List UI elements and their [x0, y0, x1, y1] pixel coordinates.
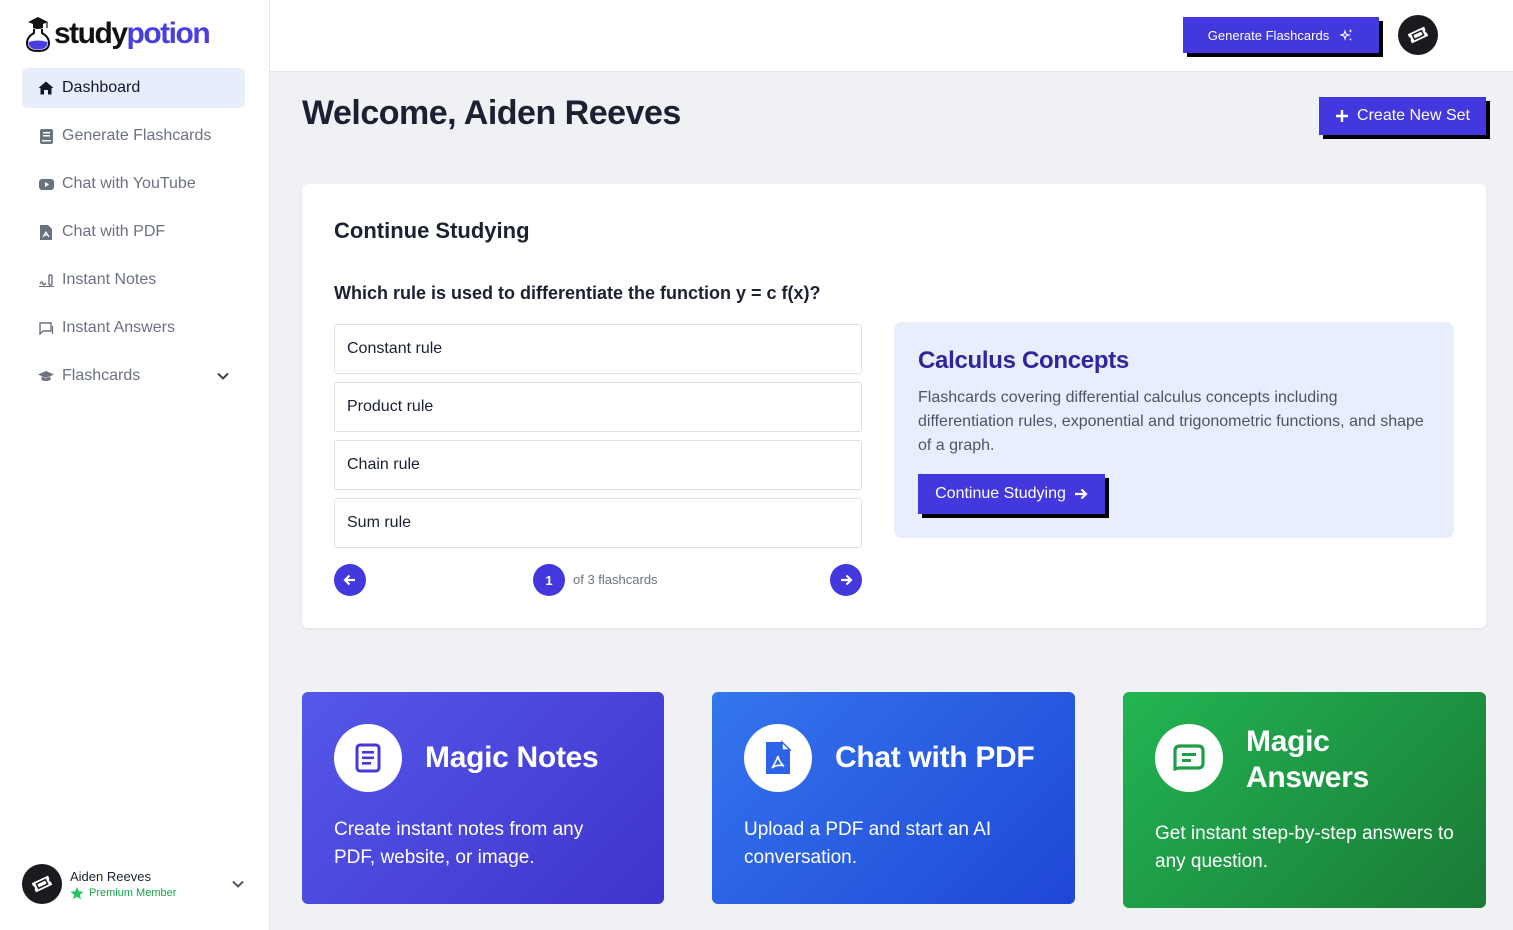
deck-summary: Calculus Concepts Flashcards covering di… — [894, 322, 1454, 538]
flashcard-pager: 1 of 3 flashcards — [334, 564, 862, 596]
potion-logo-icon — [25, 17, 51, 52]
sidebar-item-instant-notes[interactable]: Instant Notes — [22, 260, 245, 300]
answer-options: Constant rule Product rule Chain rule Su… — [334, 324, 862, 556]
feature-title: Magic Notes — [425, 741, 599, 774]
feature-title: Magic Answers — [1246, 725, 1369, 794]
sidebar-item-label: Chat with YouTube — [62, 175, 196, 192]
sidebar-item-label: Dashboard — [62, 79, 141, 96]
sidebar-item-label: Flashcards — [62, 367, 141, 384]
answer-option[interactable]: Chain rule — [334, 440, 862, 490]
user-profile[interactable]: Aiden Reeves Premium Member — [22, 864, 252, 904]
flashcard-question: Which rule is used to differentiate the … — [334, 283, 821, 303]
feature-card-chat-pdf[interactable]: Chat with PDF Upload a PDF and start an … — [712, 692, 1075, 904]
sidebar-item-label: Instant Notes — [62, 271, 157, 288]
user-name: Aiden Reeves — [70, 868, 151, 884]
answer-option[interactable]: Product rule — [334, 382, 862, 432]
sidebar-nav: Dashboard Generate Flashcards Chat with … — [22, 68, 245, 404]
home-icon — [38, 80, 54, 96]
feature-description: Get instant step-by-step answers to any … — [1155, 823, 1454, 872]
plus-icon — [1336, 110, 1349, 122]
arrow-right-icon — [841, 574, 853, 586]
answer-option[interactable]: Constant rule — [334, 324, 862, 374]
continue-studying-card: Continue Studying Which rule is used to … — [302, 184, 1486, 628]
generate-flashcards-button[interactable]: Generate Flashcards — [1183, 17, 1379, 53]
sidebar-item-label: Instant Answers — [62, 319, 175, 336]
deck-title: Calculus Concepts — [918, 347, 1129, 374]
page-title: Welcome, Aiden Reeves — [302, 94, 681, 132]
feature-card-magic-answers[interactable]: Magic Answers Get instant step-by-step a… — [1123, 692, 1486, 908]
arrow-left-icon — [343, 574, 355, 586]
signature-icon — [38, 272, 54, 288]
avatar — [22, 864, 62, 904]
graduation-cap-icon — [38, 368, 54, 384]
sidebar-item-chat-pdf[interactable]: Chat with PDF — [22, 212, 245, 252]
sidebar-item-label: Chat with PDF — [62, 223, 166, 240]
sidebar-item-dashboard[interactable]: Dashboard — [22, 68, 245, 108]
sidebar: studypotion Dashboard Generate Flashcard… — [0, 0, 270, 930]
star-icon — [70, 886, 84, 899]
youtube-icon — [38, 176, 54, 192]
continue-studying-button[interactable]: Continue Studying — [918, 474, 1105, 514]
membership-badge: Premium Member — [70, 886, 177, 900]
sidebar-item-generate-flashcards[interactable]: Generate Flashcards — [22, 116, 245, 156]
pdf-file-icon — [744, 724, 812, 792]
feature-description: Upload a PDF and start an AI conversatio… — [744, 819, 992, 868]
current-card-number: 1 — [533, 564, 565, 596]
card-count-text: of 3 flashcards — [573, 572, 658, 587]
topbar: Generate Flashcards — [270, 0, 1513, 72]
feature-description: Create instant notes from any PDF, websi… — [334, 819, 584, 868]
pdf-file-icon — [38, 224, 54, 240]
membership-label: Premium Member — [89, 887, 177, 899]
chevron-down-icon[interactable] — [230, 876, 246, 892]
answer-option[interactable]: Sum rule — [334, 498, 862, 548]
sidebar-item-chat-youtube[interactable]: Chat with YouTube — [22, 164, 245, 204]
create-new-set-label: Create New Set — [1357, 107, 1470, 124]
brand-name-part2: potion — [126, 17, 211, 50]
sidebar-item-label: Generate Flashcards — [62, 127, 212, 144]
previous-card-button[interactable] — [334, 564, 366, 596]
logo[interactable]: studypotion — [24, 16, 211, 52]
book-icon — [38, 128, 54, 144]
sidebar-item-instant-answers[interactable]: Instant Answers — [22, 308, 245, 348]
ticket-icon — [31, 875, 53, 893]
chat-bubble-icon — [38, 320, 54, 336]
section-title: Continue Studying — [334, 218, 530, 243]
notes-icon — [334, 724, 402, 792]
next-card-button[interactable] — [830, 564, 862, 596]
feature-card-magic-notes[interactable]: Magic Notes Create instant notes from an… — [302, 692, 664, 904]
answer-bubble-icon — [1155, 724, 1223, 792]
brand-name-part1: study — [54, 17, 128, 50]
chevron-down-icon[interactable] — [215, 368, 231, 384]
feature-title: Chat with PDF — [835, 741, 1035, 774]
deck-description: Flashcards covering differential calculu… — [918, 389, 1424, 454]
ticket-icon — [1407, 26, 1429, 44]
sparkles-icon — [1339, 28, 1353, 41]
sidebar-item-flashcards[interactable]: Flashcards — [22, 356, 245, 396]
arrow-right-icon — [1074, 488, 1088, 500]
account-avatar[interactable] — [1398, 15, 1438, 55]
generate-flashcards-label: Generate Flashcards — [1207, 27, 1330, 43]
continue-studying-label: Continue Studying — [935, 485, 1066, 502]
create-new-set-button[interactable]: Create New Set — [1319, 97, 1486, 135]
brand-name: studypotion — [54, 17, 211, 51]
